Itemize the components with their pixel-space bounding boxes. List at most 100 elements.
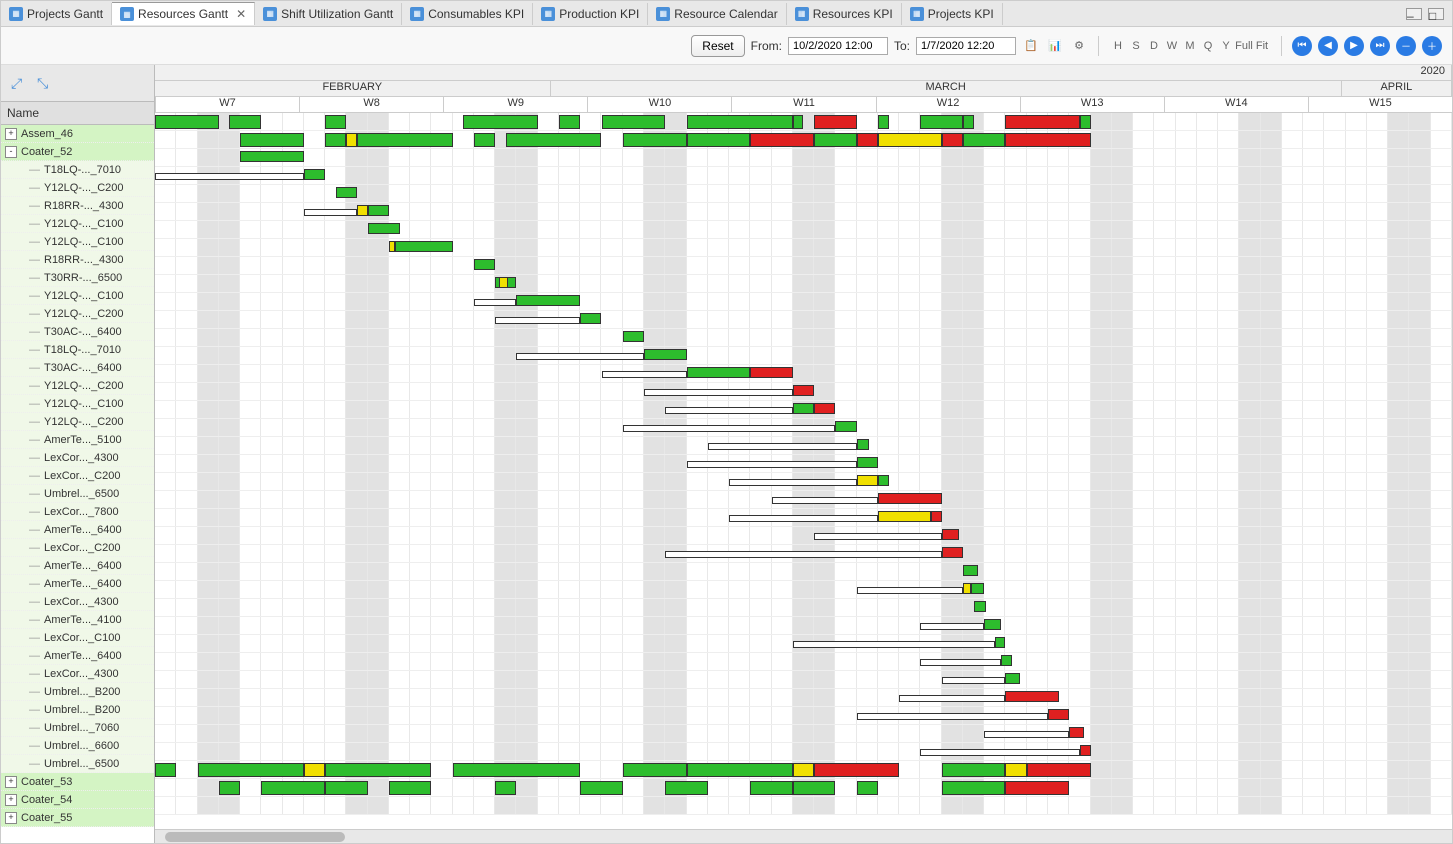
gantt-bar[interactable] (814, 533, 942, 540)
tree-row[interactable]: —Y12LQ-..._C100 (1, 233, 154, 251)
gantt-bar[interactable] (389, 781, 432, 795)
gantt-bar[interactable] (304, 209, 357, 216)
minimize-button[interactable]: ‒ (1406, 8, 1422, 20)
gantt-bar[interactable] (995, 637, 1006, 648)
gantt-bar[interactable] (942, 763, 1006, 777)
nav-last-icon[interactable]: ⏭ (1370, 36, 1390, 56)
gantt-bar[interactable] (1048, 709, 1069, 720)
tab-resource-calendar[interactable]: ▦Resource Calendar (648, 3, 786, 25)
gantt-bar[interactable] (602, 115, 666, 129)
gantt-bar[interactable] (942, 547, 963, 558)
tree-row[interactable]: —Y12LQ-..._C200 (1, 305, 154, 323)
tab-shift-utilization-gantt[interactable]: ▦Shift Utilization Gantt (255, 3, 402, 25)
tree-row[interactable]: —T30AC-..._6400 (1, 323, 154, 341)
tree-row[interactable]: —Umbrel..._6600 (1, 737, 154, 755)
gantt-bar[interactable] (772, 497, 878, 504)
gantt-bar[interactable] (368, 223, 400, 234)
tab-consumables-kpi[interactable]: ▦Consumables KPI (402, 3, 533, 25)
gantt-bar[interactable] (1005, 781, 1069, 795)
gantt-bar[interactable] (1001, 655, 1012, 666)
scale-w-button[interactable]: W (1163, 37, 1181, 55)
gantt-bar[interactable] (357, 205, 368, 216)
gantt-bar[interactable] (963, 133, 1006, 147)
settings-icon[interactable]: ⚙ (1070, 37, 1088, 55)
tree-row[interactable]: —AmerTe..._6400 (1, 521, 154, 539)
gantt-bar[interactable] (1005, 673, 1020, 684)
gantt-body[interactable] (155, 113, 1452, 829)
tree-row[interactable]: —R18RR-..._4300 (1, 197, 154, 215)
gantt-bar[interactable] (155, 763, 176, 777)
gantt-bar[interactable] (499, 277, 508, 288)
scale-s-button[interactable]: S (1127, 37, 1145, 55)
gantt-bar[interactable] (240, 133, 304, 147)
tree-row[interactable]: —AmerTe..._5100 (1, 431, 154, 449)
tree-row[interactable]: —AmerTe..._4100 (1, 611, 154, 629)
tree-row[interactable]: —LexCor..._C200 (1, 539, 154, 557)
gantt-bar[interactable] (878, 133, 942, 147)
tree-row[interactable]: —Umbrel..._6500 (1, 755, 154, 773)
gantt-bar[interactable] (793, 403, 814, 414)
scale-m-button[interactable]: M (1181, 37, 1199, 55)
gantt-bar[interactable] (878, 115, 889, 129)
tab-projects-gantt[interactable]: ▦Projects Gantt (1, 3, 112, 25)
gantt-bar[interactable] (793, 641, 995, 648)
tab-production-kpi[interactable]: ▦Production KPI (533, 3, 648, 25)
tree-row[interactable]: —LexCor..._4300 (1, 449, 154, 467)
gantt-bar[interactable] (304, 169, 325, 180)
gantt-bar[interactable] (155, 173, 304, 180)
gantt-bar[interactable] (474, 133, 495, 147)
gantt-bar[interactable] (495, 317, 580, 324)
gantt-bar[interactable] (325, 781, 368, 795)
scale-fit-button[interactable]: Fit (1253, 37, 1271, 55)
gantt-bar[interactable] (814, 763, 899, 777)
gantt-bar[interactable] (219, 781, 240, 795)
gantt-bar[interactable] (793, 115, 804, 129)
gantt-bar[interactable] (920, 659, 1001, 666)
gantt-bar[interactable] (495, 781, 516, 795)
gantt-bar[interactable] (920, 623, 984, 630)
nav-first-icon[interactable]: ⏮ (1292, 36, 1312, 56)
tree-row[interactable]: —T18LQ-..._7010 (1, 161, 154, 179)
gantt-bar[interactable] (942, 677, 1006, 684)
gantt-bar[interactable] (750, 133, 814, 147)
gantt-bar[interactable] (729, 515, 878, 522)
gantt-bar[interactable] (971, 583, 984, 594)
gantt-bar[interactable] (793, 781, 836, 795)
gantt-bar[interactable] (857, 133, 878, 147)
gantt-bar[interactable] (687, 115, 793, 129)
tree-row[interactable]: —AmerTe..._6400 (1, 575, 154, 593)
gantt-bar[interactable] (974, 601, 987, 612)
zoom-in-icon[interactable]: ＋ (1422, 36, 1442, 56)
expander-icon[interactable]: - (5, 146, 17, 158)
gantt-bar[interactable] (665, 781, 708, 795)
gantt-bar[interactable] (506, 133, 602, 147)
tree-row[interactable]: —Y12LQ-..._C200 (1, 179, 154, 197)
expander-icon[interactable]: + (5, 794, 17, 806)
tree-row[interactable]: —Umbrel..._6500 (1, 485, 154, 503)
gantt-bar[interactable] (261, 781, 325, 795)
gantt-bar[interactable] (963, 565, 978, 576)
horizontal-scrollbar[interactable] (155, 829, 1452, 843)
tree-row[interactable]: —Umbrel..._B200 (1, 701, 154, 719)
gantt-bar[interactable] (899, 695, 1005, 702)
gantt-bar[interactable] (325, 133, 346, 147)
gantt-bar[interactable] (984, 619, 1001, 630)
reset-button[interactable]: Reset (691, 35, 744, 57)
gantt-bar[interactable] (857, 439, 870, 450)
gantt-bar[interactable] (1080, 745, 1091, 756)
gantt-bar[interactable] (198, 763, 304, 777)
zoom-out-icon[interactable]: － (1396, 36, 1416, 56)
gantt-bar[interactable] (814, 115, 857, 129)
gantt-bar[interactable] (304, 763, 325, 777)
gantt-bar[interactable] (942, 133, 963, 147)
gantt-bar[interactable] (920, 115, 963, 129)
tree-row[interactable]: +Coater_55 (1, 809, 154, 827)
tree-row[interactable]: —Y12LQ-..._C200 (1, 377, 154, 395)
close-icon[interactable]: ✕ (236, 7, 246, 21)
gantt-bar[interactable] (325, 115, 346, 129)
chart-icon[interactable]: 📊 (1046, 37, 1064, 55)
tree-row[interactable]: —T18LQ-..._7010 (1, 341, 154, 359)
tab-resources-gantt[interactable]: ▦Resources Gantt✕ (112, 2, 255, 25)
scale-q-button[interactable]: Q (1199, 37, 1217, 55)
gantt-bar[interactable] (325, 763, 431, 777)
